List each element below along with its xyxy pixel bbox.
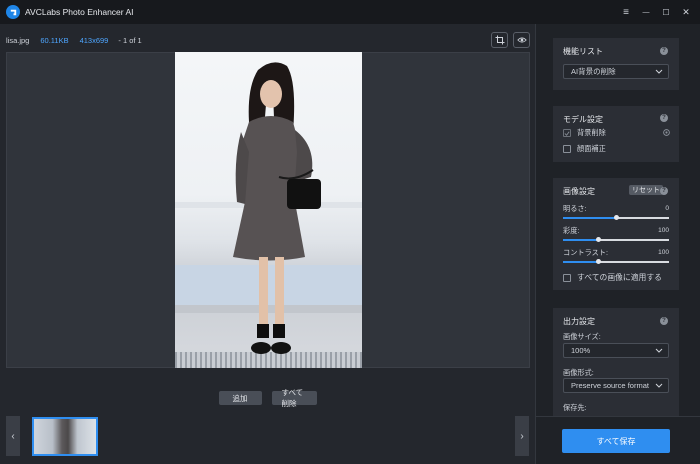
contrast-value: 100	[658, 249, 669, 256]
model-settings-card: モデル設定 ? 背景削除 顔面補正	[553, 106, 679, 162]
help-icon[interactable]: ?	[660, 114, 668, 122]
brightness-label: 明るさ:	[563, 204, 587, 213]
slider-knob[interactable]	[595, 237, 601, 242]
crop-button[interactable]	[491, 32, 508, 48]
preview-toggle-button[interactable]	[513, 32, 530, 48]
image-format-label: 画像形式:	[563, 368, 594, 377]
thumbnail-strip: ‹ ›	[6, 416, 530, 456]
app-title: AVCLabs Photo Enhancer AI	[25, 7, 134, 17]
divider	[536, 416, 700, 417]
person-figure	[233, 62, 321, 354]
save-to-label: 保存先:	[563, 403, 587, 412]
window-controls: ≡ — ☐ ✕	[616, 0, 696, 24]
maximize-icon[interactable]: ☐	[656, 0, 676, 24]
app-logo-icon	[6, 5, 20, 19]
apply-all-checkbox[interactable]	[563, 273, 571, 282]
image-size-value: 100%	[571, 346, 591, 355]
chevron-down-icon	[655, 348, 663, 353]
background-removal-checkbox[interactable]	[563, 129, 571, 137]
help-icon[interactable]: ?	[660, 317, 668, 325]
minimize-icon[interactable]: —	[636, 0, 656, 24]
option-background-removal: 背景削除	[563, 128, 606, 138]
saturation-slider[interactable]	[563, 236, 669, 244]
chevron-down-icon	[655, 383, 663, 388]
function-select[interactable]: AI背景の削除	[563, 64, 669, 79]
image-size-select[interactable]: 100%	[563, 343, 669, 358]
output-settings-title: 出力設定	[563, 317, 595, 326]
title-bar: AVCLabs Photo Enhancer AI ≡ — ☐ ✕	[0, 0, 700, 24]
file-dimensions: 413x699	[79, 35, 109, 45]
main-panel: lisa.jpg 60.11KB 413x699 - 1 of 1 追加 すべて…	[0, 24, 535, 464]
slider-knob[interactable]	[614, 215, 619, 220]
thumbnail-lisa[interactable]	[32, 417, 98, 456]
apply-all-option: すべての画像に適用する	[563, 272, 662, 283]
preview-photo	[175, 52, 362, 368]
delete-all-button[interactable]: すべて削除	[271, 388, 317, 408]
function-list-card: 機能リスト ? AI背景の削除	[553, 38, 679, 90]
slider-fill	[563, 261, 598, 263]
slider-fill	[563, 239, 598, 241]
function-select-value: AI背景の削除	[571, 67, 616, 76]
file-name: lisa.jpg	[6, 35, 30, 45]
reset-button[interactable]: リセット	[629, 185, 663, 195]
chevron-left-icon[interactable]: ‹	[6, 416, 20, 456]
add-button[interactable]: 追加	[218, 391, 262, 405]
image-actions: 追加 すべて削除	[0, 388, 535, 408]
saturation-value: 100	[658, 227, 669, 234]
close-icon[interactable]: ✕	[676, 0, 696, 24]
image-preview	[6, 52, 530, 368]
settings-panel: 機能リスト ? AI背景の削除 モデル設定 ? 背景削除 顔面補正 画像設定 リ…	[535, 24, 700, 464]
chevron-right-icon[interactable]: ›	[515, 416, 529, 456]
brightness-value: 0	[665, 205, 669, 212]
image-format-value: Preserve source format	[571, 381, 649, 390]
apply-all-label: すべての画像に適用する	[577, 273, 662, 282]
file-size: 60.11KB	[40, 35, 69, 45]
eye-icon	[516, 37, 527, 43]
image-size-label: 画像サイズ:	[563, 332, 601, 341]
slider-fill	[563, 217, 616, 219]
output-settings-card: 出力設定 ? 画像サイズ: 100% 画像形式: Preserve source…	[553, 308, 679, 416]
gear-icon[interactable]	[662, 128, 671, 137]
save-all-button[interactable]: すべて保存	[562, 429, 670, 453]
saturation-label: 彩度:	[563, 226, 580, 235]
face-enhance-checkbox[interactable]	[563, 145, 571, 153]
help-icon[interactable]: ?	[660, 47, 668, 55]
chevron-down-icon	[655, 69, 663, 74]
function-list-title: 機能リスト	[563, 47, 603, 56]
background-removal-label: 背景削除	[577, 128, 606, 137]
check-icon	[564, 131, 570, 136]
image-settings-card: 画像設定 リセット ? 明るさ: 0 彩度: 100 コントラスト: 100 す…	[553, 178, 679, 290]
help-icon[interactable]: ?	[660, 187, 668, 195]
face-enhance-label: 顔面補正	[577, 144, 606, 153]
slider-knob[interactable]	[595, 259, 601, 264]
image-settings-title: 画像設定	[563, 187, 595, 196]
crop-icon	[495, 35, 504, 45]
menu-icon[interactable]: ≡	[616, 0, 636, 24]
brightness-slider[interactable]	[563, 214, 669, 222]
file-info-bar: lisa.jpg 60.11KB 413x699 - 1 of 1	[6, 34, 142, 46]
model-settings-title: モデル設定	[563, 115, 603, 124]
contrast-slider[interactable]	[563, 258, 669, 266]
contrast-label: コントラスト:	[563, 248, 608, 257]
image-format-select[interactable]: Preserve source format	[563, 378, 669, 393]
page-indicator: - 1 of 1	[118, 35, 142, 45]
option-face-enhance: 顔面補正	[563, 144, 606, 154]
